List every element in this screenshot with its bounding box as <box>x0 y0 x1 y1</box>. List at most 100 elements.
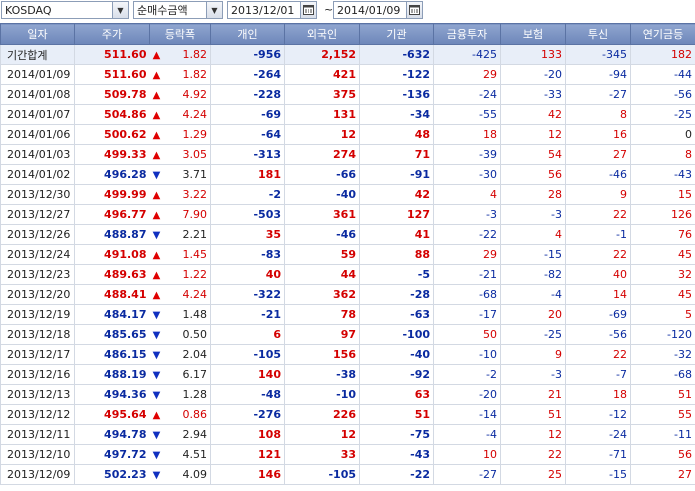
price-cell: 494.78 <box>74 424 150 445</box>
table-row[interactable]: 2014/01/09 511.60 ▲ 1.82 -264 421 -122 29 -20 -94… <box>0 64 695 85</box>
institution-cell: -75 <box>359 424 434 445</box>
investment-trust-cell: -345 <box>565 44 631 65</box>
table-row[interactable]: 2014/01/08 509.78 ▲ 4.92 -228 375 -136 -24 -33 -2… <box>0 84 695 105</box>
table-row[interactable]: 2013/12/13 494.36 ▼ 1.28 -48 -10 63 -20 21 18 51 <box>0 384 695 405</box>
table-row[interactable]: 2014/01/06 500.62 ▲ 1.29 -64 12 48 18 12 16 0 <box>0 124 695 145</box>
table-row[interactable]: 2013/12/30 499.99 ▲ 3.22 -2 -40 42 4 28 9 15 <box>0 184 695 205</box>
table-row[interactable]: 2013/12/12 495.64 ▲ 0.86 -276 226 51 -14 51 -12 55 <box>0 404 695 425</box>
table-row[interactable]: 2013/12/20 488.41 ▲ 4.24 -322 362 -28 -68 -4 14 45 <box>0 284 695 305</box>
change-cell: 1.48 <box>163 304 211 325</box>
table-row[interactable]: 2013/12/11 494.78 ▼ 2.94 108 12 -75 -4 12 -24 -11 <box>0 424 695 445</box>
financial-investment-cell: -2 <box>433 364 501 385</box>
date-cell: 2013/12/27 <box>0 204 75 225</box>
type-select[interactable]: 순매수금액 ▼ <box>133 1 223 19</box>
individual-cell: -83 <box>210 244 285 265</box>
triangle-up-icon: ▲ <box>149 104 164 125</box>
foreign-cell: 226 <box>284 404 360 425</box>
pension-cell: -43 <box>630 164 695 185</box>
table-row[interactable]: 2013/12/23 489.63 ▲ 1.22 40 44 -5 -21 -82 40 32 <box>0 264 695 285</box>
pension-cell: 32 <box>630 264 695 285</box>
pension-cell: 8 <box>630 144 695 165</box>
chevron-down-icon[interactable]: ▼ <box>112 2 128 18</box>
institution-cell: -28 <box>359 284 434 305</box>
table-row[interactable]: 2013/12/27 496.77 ▲ 7.90 -503 361 127 -3 -3 22 126 <box>0 204 695 225</box>
table-row[interactable]: 2013/12/24 491.08 ▲ 1.45 -83 59 88 29 -15 22 45 <box>0 244 695 265</box>
change-cell: 1.22 <box>163 264 211 285</box>
insurance-cell: 51 <box>500 404 566 425</box>
chevron-down-icon[interactable]: ▼ <box>206 2 222 18</box>
table-row[interactable]: 2014/01/07 504.86 ▲ 4.24 -69 131 -34 -55 42 8 -25 <box>0 104 695 125</box>
triangle-up-icon: ▲ <box>149 124 164 145</box>
financial-investment-cell: 10 <box>433 444 501 465</box>
institution-cell: -136 <box>359 84 434 105</box>
column-header-change[interactable]: 등락폭 <box>149 23 211 45</box>
pension-cell: -32 <box>630 344 695 365</box>
investment-trust-cell: 22 <box>565 344 631 365</box>
date-cell: 2013/12/18 <box>0 324 75 345</box>
triangle-down-icon: ▼ <box>149 164 164 185</box>
price-cell: 497.72 <box>74 444 150 465</box>
financial-investment-cell: -20 <box>433 384 501 405</box>
column-header-price[interactable]: 주가 <box>74 23 150 45</box>
price-cell: 502.23 <box>74 464 150 485</box>
table-row[interactable]: 2013/12/26 488.87 ▼ 2.21 35 -46 41 -22 4 -1 76 <box>0 224 695 245</box>
table-row[interactable]: 2014/01/03 499.33 ▲ 3.05 -313 274 71 -39 54 27 8 <box>0 144 695 165</box>
start-date-value[interactable]: 2013/12/01 <box>228 4 300 17</box>
table-row[interactable]: 2014/01/02 496.28 ▼ 3.71 181 -66 -91 -30 56 -46 -4… <box>0 164 695 185</box>
triangle-down-icon: ▼ <box>149 424 164 445</box>
financial-investment-cell: -4 <box>433 424 501 445</box>
institution-cell: -632 <box>359 44 434 65</box>
price-cell: 484.17 <box>74 304 150 325</box>
institution-cell: 41 <box>359 224 434 245</box>
pension-cell: 45 <box>630 244 695 265</box>
table-row[interactable]: 2013/12/17 486.15 ▼ 2.04 -105 156 -40 -10 9 22 -32 <box>0 344 695 365</box>
price-cell: 491.08 <box>74 244 150 265</box>
date-cell: 2014/01/09 <box>0 64 75 85</box>
column-header-date[interactable]: 일자 <box>0 23 75 45</box>
table-row[interactable]: 2013/12/16 488.19 ▼ 6.17 140 -38 -92 -2 -3 -7 -68 <box>0 364 695 385</box>
triangle-down-icon: ▼ <box>149 344 164 365</box>
triangle-up-icon: ▲ <box>149 264 164 285</box>
individual-cell: -313 <box>210 144 285 165</box>
date-range-separator: ~ <box>324 3 334 16</box>
calendar-icon[interactable] <box>300 2 316 18</box>
start-date-field[interactable]: 2013/12/01 <box>227 1 317 19</box>
column-header-foreign[interactable]: 외국인 <box>284 23 360 45</box>
financial-investment-cell: 29 <box>433 244 501 265</box>
investment-trust-cell: 40 <box>565 264 631 285</box>
individual-cell: 35 <box>210 224 285 245</box>
investment-trust-cell: -94 <box>565 64 631 85</box>
table-row[interactable]: 2013/12/09 502.23 ▼ 4.09 146 -105 -22 -27 25 -15 2… <box>0 464 695 485</box>
table-row[interactable]: 2013/12/19 484.17 ▼ 1.48 -21 78 -63 -17 20 -69 5 <box>0 304 695 325</box>
institution-cell: 88 <box>359 244 434 265</box>
triangle-down-icon: ▼ <box>149 304 164 325</box>
triangle-up-icon: ▲ <box>149 44 164 65</box>
financial-investment-cell: 29 <box>433 64 501 85</box>
table-row[interactable]: 2013/12/10 497.72 ▼ 4.51 121 33 -43 10 22 -71 56 <box>0 444 695 465</box>
table-row[interactable]: 2013/12/18 485.65 ▼ 0.50 6 97 -100 50 -25 -56 -120 <box>0 324 695 345</box>
change-cell: 4.24 <box>163 284 211 305</box>
pension-cell: 76 <box>630 224 695 245</box>
investment-trust-cell: -71 <box>565 444 631 465</box>
column-header-institution[interactable]: 기관 <box>359 23 434 45</box>
market-select[interactable]: KOSDAQ ▼ <box>1 1 129 19</box>
institution-cell: -122 <box>359 64 434 85</box>
financial-investment-cell: -14 <box>433 404 501 425</box>
insurance-cell: -25 <box>500 324 566 345</box>
end-date-field[interactable]: 2014/01/09 <box>333 1 423 19</box>
insurance-cell: -3 <box>500 204 566 225</box>
price-cell: 485.65 <box>74 324 150 345</box>
pension-cell: 182 <box>630 44 695 65</box>
summary-row[interactable]: 기간합계 511.60 ▲ 1.82 -956 2,152 -632 -425 133 -345 1… <box>0 44 695 65</box>
column-header-pension[interactable]: 연기금등 <box>630 23 695 45</box>
column-header-investment-trust[interactable]: 투신 <box>565 23 631 45</box>
end-date-value[interactable]: 2014/01/09 <box>334 4 406 17</box>
pension-cell: 15 <box>630 184 695 205</box>
calendar-icon[interactable] <box>406 2 422 18</box>
institution-cell: -100 <box>359 324 434 345</box>
column-header-insurance[interactable]: 보험 <box>500 23 566 45</box>
column-header-individual[interactable]: 개인 <box>210 23 285 45</box>
column-header-financial-investment[interactable]: 금융투자 <box>433 23 501 45</box>
insurance-cell: 21 <box>500 384 566 405</box>
individual-cell: -264 <box>210 64 285 85</box>
